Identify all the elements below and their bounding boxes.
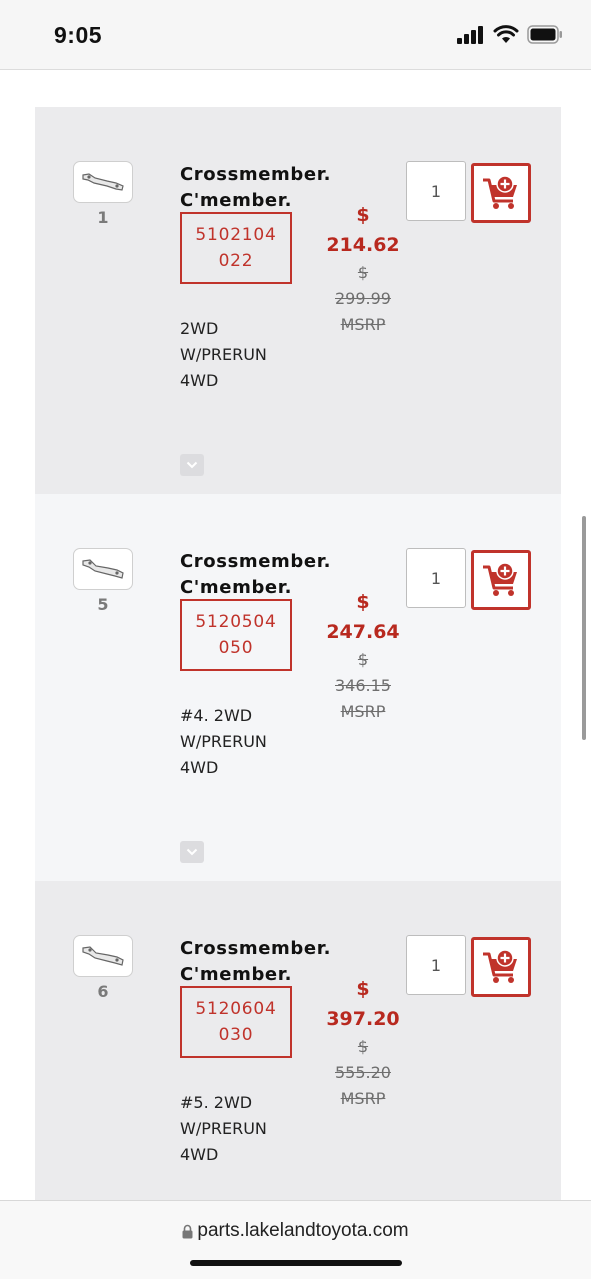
price-value: 397.20: [326, 1008, 400, 1030]
description-line: 4WD: [180, 371, 219, 390]
part-name-line: C'member.: [180, 577, 293, 598]
chevron-down-icon: [186, 848, 198, 856]
part-description: #4. 2WD W/PRERUNNER 4WD: [180, 703, 268, 781]
add-to-cart-icon: [483, 562, 517, 596]
add-to-cart-icon: [483, 949, 517, 983]
part-name-line: Crossmember.: [180, 164, 332, 185]
price-value: 214.62: [326, 234, 400, 256]
product-row: 5 Crossmember. C'member. 5120504050 $ 24…: [35, 494, 561, 881]
msrp-price: $ 346.15 MSRP: [321, 647, 405, 725]
part-thumbnail[interactable]: [73, 935, 133, 977]
description-line: W/PRERUNNER: [180, 732, 268, 751]
crossmember-part-icon: [82, 173, 124, 191]
part-description: 2WD W/PRERUNNER 4WD: [180, 316, 268, 394]
expand-details-button[interactable]: [180, 454, 204, 476]
part-name[interactable]: Crossmember. C'member.: [180, 549, 340, 601]
status-bar: 9:05: [0, 0, 591, 70]
url-text: parts.lakelandtoyota.com: [197, 1220, 409, 1241]
callout-number: 6: [97, 982, 109, 1001]
part-name-line: Crossmember.: [180, 551, 332, 572]
description-line: 2WD: [180, 319, 219, 338]
system-icons: [457, 25, 563, 44]
part-description: #5. 2WD W/PRERUNNER 4WD: [180, 1090, 268, 1168]
quantity-input[interactable]: 1: [406, 935, 466, 995]
part-number: 5120504050: [195, 612, 277, 658]
price-currency: $: [356, 204, 370, 226]
page-scrollbar[interactable]: [582, 516, 586, 740]
msrp-label: MSRP: [340, 315, 386, 334]
msrp-label: MSRP: [340, 702, 386, 721]
sale-price: $ 214.62: [321, 200, 405, 260]
product-row: 1 Crossmember. C'member. 5102104022 $ 21…: [35, 107, 561, 494]
quantity-input[interactable]: 1: [406, 161, 466, 221]
msrp-price: $ 299.99 MSRP: [321, 260, 405, 338]
callout-number: 1: [97, 208, 109, 227]
part-number-link[interactable]: 5120504050: [180, 599, 292, 671]
part-name-line: C'member.: [180, 190, 293, 211]
part-number: 5102104022: [195, 225, 277, 271]
part-thumbnail[interactable]: [73, 548, 133, 590]
url-display[interactable]: parts.lakelandtoyota.com: [0, 1220, 591, 1242]
msrp-value: 555.20: [335, 1063, 391, 1082]
msrp-currency: $: [357, 263, 369, 282]
crossmember-part-icon: [82, 946, 124, 966]
wifi-icon: [493, 25, 519, 43]
description-line: 4WD: [180, 1145, 219, 1164]
sale-price: $ 397.20: [321, 974, 405, 1034]
part-name-line: Crossmember.: [180, 938, 332, 959]
part-name[interactable]: Crossmember. C'member.: [180, 162, 340, 214]
part-number-link[interactable]: 5120604030: [180, 986, 292, 1058]
callout-number: 5: [97, 595, 109, 614]
part-number: 5120604030: [195, 999, 277, 1045]
msrp-value: 346.15: [335, 676, 391, 695]
price-currency: $: [356, 978, 370, 1000]
part-name[interactable]: Crossmember. C'member.: [180, 936, 340, 988]
home-indicator[interactable]: [190, 1260, 402, 1266]
msrp-value: 299.99: [335, 289, 391, 308]
msrp-price: $ 555.20 MSRP: [321, 1034, 405, 1112]
msrp-currency: $: [357, 1037, 369, 1056]
chevron-down-icon: [186, 461, 198, 469]
crossmember-part-icon: [82, 559, 124, 579]
price-currency: $: [356, 591, 370, 613]
description-line: #4. 2WD: [180, 706, 253, 725]
description-line: #5. 2WD: [180, 1093, 253, 1112]
add-to-cart-button[interactable]: [471, 550, 531, 610]
description-line: W/PRERUNNER: [180, 345, 268, 364]
msrp-label: MSRP: [340, 1089, 386, 1108]
add-to-cart-button[interactable]: [471, 163, 531, 223]
battery-icon: [527, 25, 562, 44]
expand-details-button[interactable]: [180, 841, 204, 863]
msrp-currency: $: [357, 650, 369, 669]
browser-address-bar[interactable]: parts.lakelandtoyota.com: [0, 1200, 591, 1279]
part-thumbnail[interactable]: [73, 161, 133, 203]
add-to-cart-button[interactable]: [471, 937, 531, 997]
part-number-link[interactable]: 5102104022: [180, 212, 292, 284]
description-line: W/PRERUNNER: [180, 1119, 268, 1138]
add-to-cart-icon: [483, 175, 517, 209]
sale-price: $ 247.64: [321, 587, 405, 647]
price-value: 247.64: [326, 621, 400, 643]
product-list: 1 Crossmember. C'member. 5102104022 $ 21…: [35, 107, 561, 1268]
lock-icon: [182, 1224, 193, 1238]
part-name-line: C'member.: [180, 964, 293, 985]
signal-icon: [457, 25, 483, 44]
description-line: 4WD: [180, 758, 219, 777]
status-time: 9:05: [54, 22, 103, 48]
quantity-input[interactable]: 1: [406, 548, 466, 608]
